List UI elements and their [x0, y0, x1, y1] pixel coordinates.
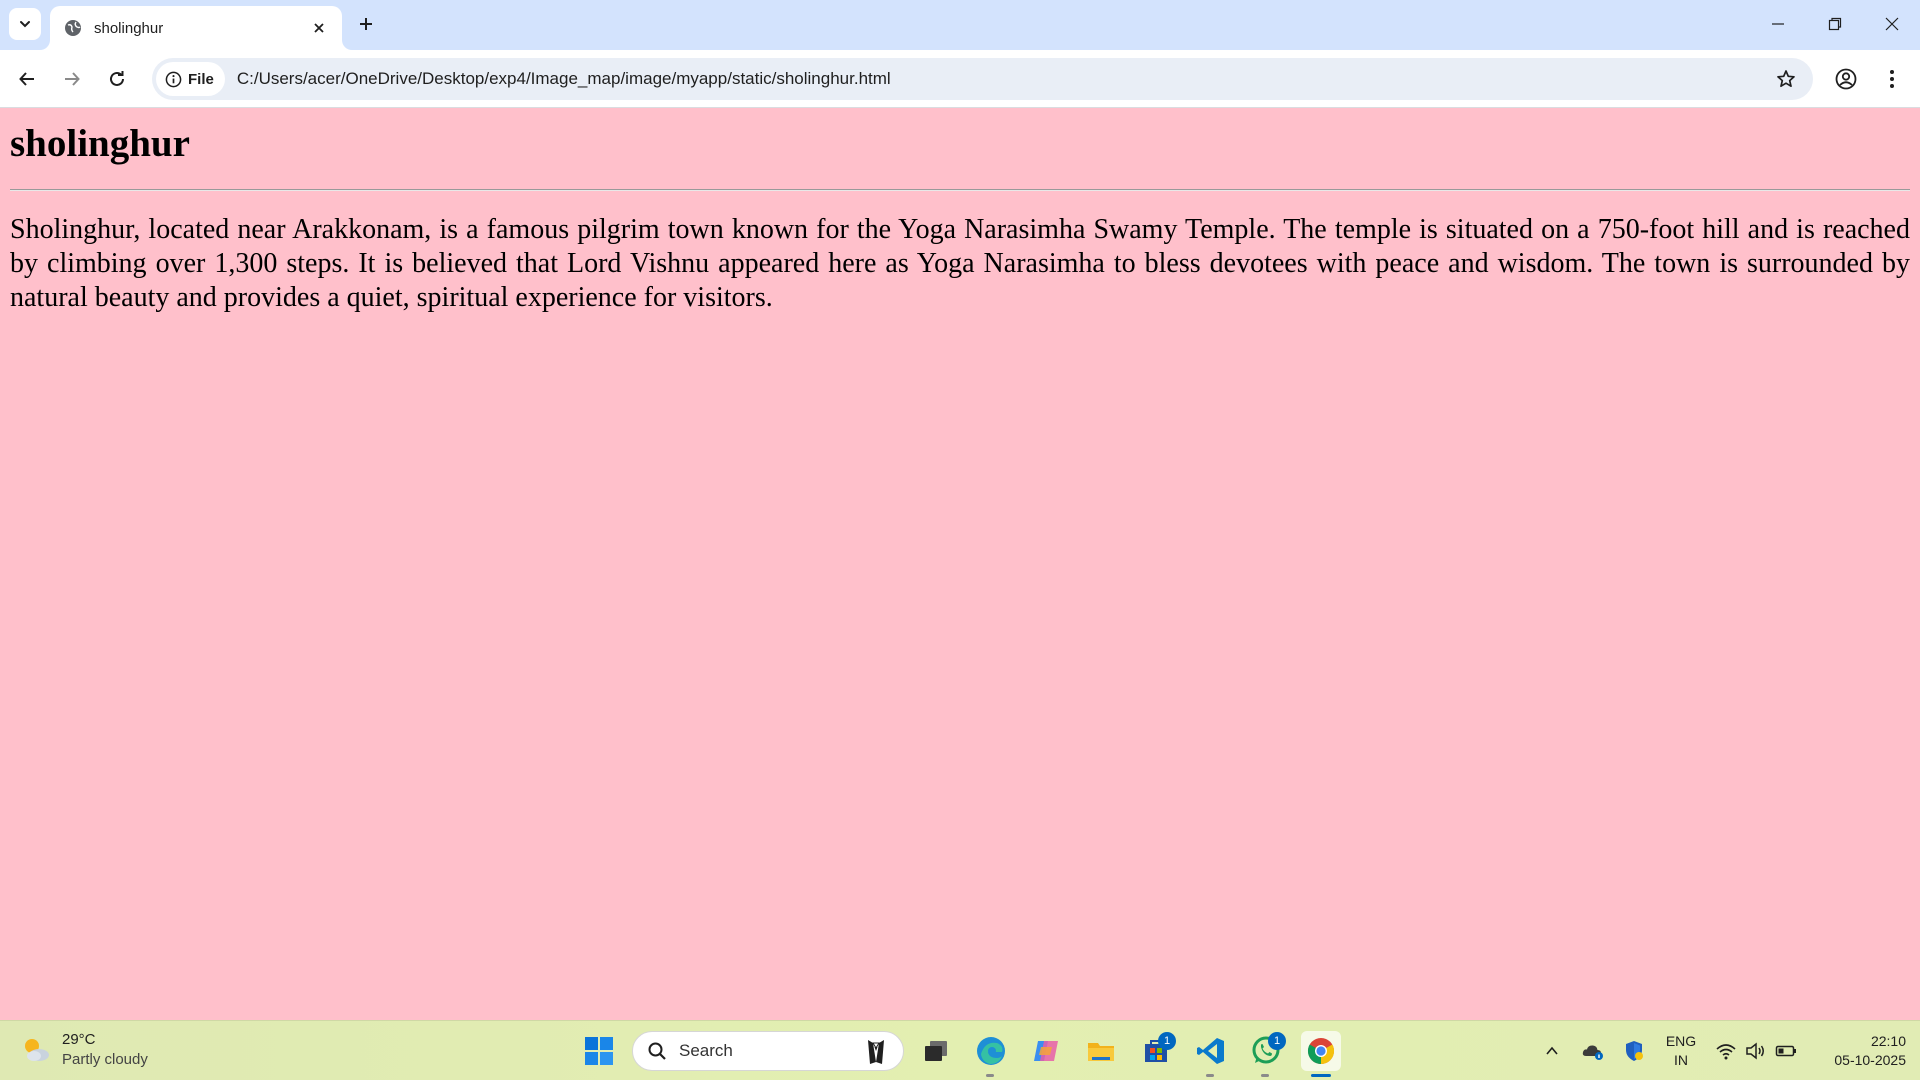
active-indicator: [1311, 1074, 1331, 1077]
weather-description: Partly cloudy: [62, 1051, 148, 1068]
address-bar[interactable]: File C:/Users/acer/OneDrive/Desktop/exp4…: [152, 58, 1813, 100]
bookmark-button[interactable]: [1769, 62, 1803, 96]
start-button[interactable]: [583, 1035, 615, 1067]
chevron-up-icon: [1546, 1046, 1558, 1055]
store-badge: 1: [1158, 1032, 1176, 1050]
restore-button[interactable]: [1806, 0, 1863, 48]
plus-icon: [360, 18, 372, 30]
tab-search-button[interactable]: [9, 8, 41, 40]
copilot-app[interactable]: [1026, 1031, 1066, 1071]
speaker-icon: [1746, 1042, 1764, 1060]
file-explorer-app[interactable]: [1081, 1031, 1121, 1071]
info-icon: [165, 71, 182, 87]
page-heading: sholinghur: [10, 122, 190, 165]
running-indicator: [1206, 1074, 1214, 1077]
minimize-button[interactable]: [1749, 0, 1806, 48]
weather-widget[interactable]: 29°C Partly cloudy: [20, 1030, 148, 1070]
taskbar-clock[interactable]: 22:10 05-10-2025: [1810, 1032, 1906, 1070]
shield-icon: [1626, 1041, 1643, 1061]
forward-button[interactable]: [56, 63, 88, 95]
task-view-icon: [925, 1041, 947, 1061]
star-icon: [1777, 70, 1795, 88]
more-vertical-icon: [1890, 70, 1894, 88]
clock-date: 05-10-2025: [1834, 1052, 1906, 1068]
close-window-button[interactable]: [1863, 0, 1920, 48]
edge-icon: [977, 1037, 1005, 1065]
browser-menu-button[interactable]: [1876, 63, 1908, 95]
show-hidden-icons-button[interactable]: [1540, 1039, 1564, 1063]
search-label: Search: [679, 1041, 733, 1060]
whatsapp-badge: 1: [1268, 1032, 1286, 1050]
search-highlight-icon: [868, 1040, 884, 1064]
wifi-tray[interactable]: [1714, 1039, 1738, 1063]
volume-tray[interactable]: [1743, 1039, 1767, 1063]
chrome-app[interactable]: [1301, 1031, 1341, 1077]
globe-icon: [64, 19, 82, 37]
cloud-icon: [1582, 1045, 1603, 1060]
input-language-indicator[interactable]: ENG IN: [1662, 1032, 1700, 1070]
search-icon: [648, 1042, 666, 1060]
window-controls: [1749, 0, 1920, 48]
weather-temperature: 29°C: [62, 1031, 96, 1048]
url-text[interactable]: C:/Users/acer/OneDrive/Desktop/exp4/Imag…: [237, 69, 1769, 89]
site-info-chip[interactable]: File: [156, 62, 225, 96]
browser-toolbar: File C:/Users/acer/OneDrive/Desktop/exp4…: [0, 50, 1920, 108]
wifi-icon: [1716, 1044, 1736, 1060]
close-tab-icon[interactable]: [308, 17, 330, 39]
close-icon: [1885, 17, 1898, 31]
divider: [10, 189, 1910, 191]
onedrive-tray[interactable]: [1581, 1039, 1605, 1063]
arrow-right-icon: [65, 72, 80, 86]
vscode-app[interactable]: [1191, 1031, 1231, 1077]
edge-app[interactable]: [971, 1031, 1011, 1077]
windows-logo-icon: [585, 1037, 613, 1065]
arrow-left-icon: [19, 72, 34, 86]
copilot-icon: [1034, 1041, 1058, 1061]
profile-button[interactable]: [1830, 63, 1862, 95]
tab-title: sholinghur: [94, 19, 164, 37]
region-code: IN: [1674, 1052, 1688, 1068]
windows-taskbar: 29°C Partly cloudy Search 1 1 ENG IN 22:…: [0, 1020, 1920, 1080]
store-app[interactable]: 1: [1136, 1031, 1176, 1071]
chevron-down-icon: [20, 21, 30, 28]
whatsapp-app[interactable]: 1: [1246, 1031, 1286, 1077]
battery-tray[interactable]: [1774, 1039, 1798, 1063]
folder-icon: [1088, 1043, 1114, 1061]
account-icon: [1835, 68, 1857, 90]
clock-time: 22:10: [1870, 1033, 1906, 1049]
site-info-label: File: [188, 70, 214, 88]
partly-cloudy-icon: [25, 1039, 49, 1061]
task-view-button[interactable]: [916, 1031, 956, 1071]
back-button[interactable]: [11, 63, 43, 95]
browser-tab[interactable]: sholinghur: [50, 6, 342, 50]
minimize-icon: [1771, 23, 1784, 25]
page-content: sholinghur Sholinghur, located near Arak…: [0, 108, 1920, 1020]
restore-icon: [1828, 17, 1841, 31]
browser-title-bar: sholinghur: [0, 0, 1920, 50]
vscode-icon: [1197, 1038, 1224, 1064]
chrome-icon: [1307, 1038, 1335, 1065]
running-indicator: [1261, 1074, 1269, 1077]
reload-button[interactable]: [101, 63, 133, 95]
page-paragraph: Sholinghur, located near Arakkonam, is a…: [10, 214, 1910, 313]
security-tray[interactable]: [1622, 1039, 1646, 1063]
language-code: ENG: [1665, 1033, 1697, 1049]
reload-icon: [110, 71, 124, 86]
battery-icon: [1775, 1045, 1796, 1057]
running-indicator: [986, 1074, 994, 1077]
taskbar-search[interactable]: Search: [632, 1031, 904, 1071]
new-tab-button[interactable]: [353, 11, 379, 37]
